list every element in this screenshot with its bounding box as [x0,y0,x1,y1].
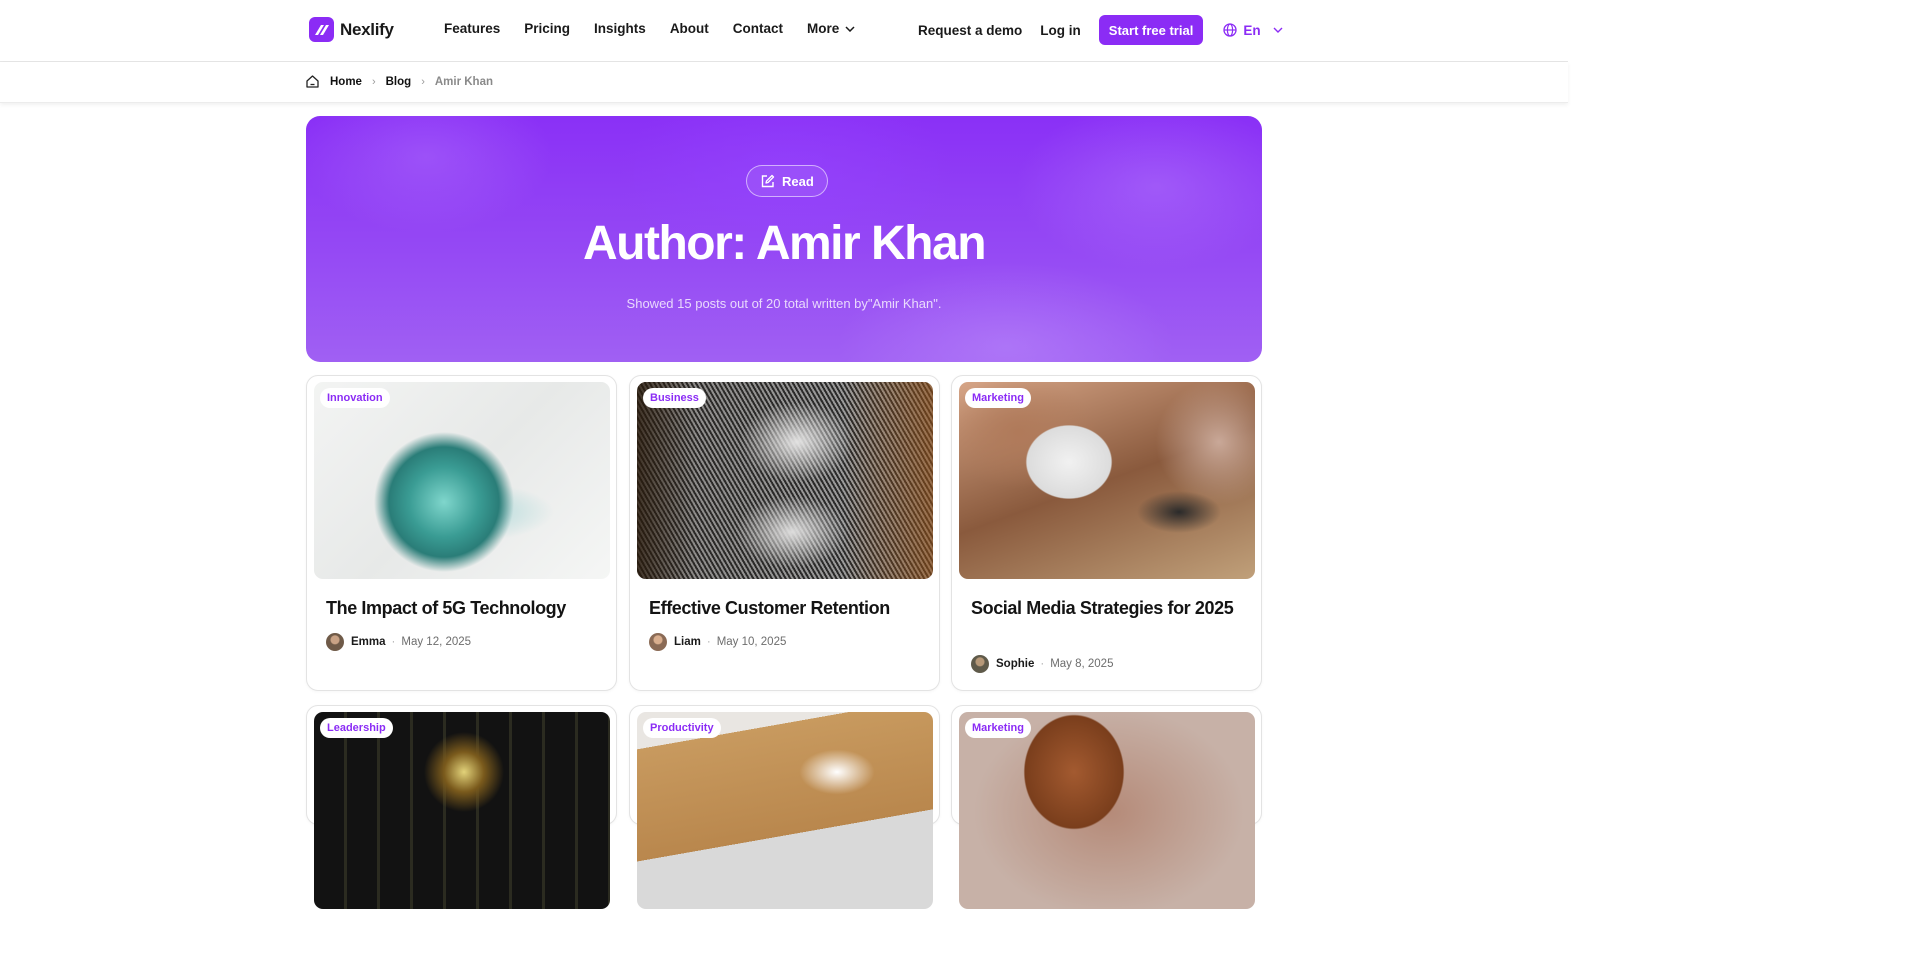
separator-dot: · [706,636,711,648]
post-card[interactable]: Innovation The Impact of 5G Technology E… [306,375,617,691]
breadcrumb-current: Amir Khan [434,75,494,88]
nav-item-features[interactable]: Features [444,21,500,36]
post-title[interactable]: The Impact of 5G Technology [326,597,601,619]
post-card[interactable]: Marketing Social Media Strategies for 20… [951,375,1262,691]
nav-item-insights[interactable]: Insights [594,21,646,36]
logo-icon [309,17,334,42]
author-hero: Read Author: Amir Khan Showed 15 posts o… [306,116,1262,362]
edit-icon [761,174,775,187]
page-subtitle: Showed 15 posts out of 20 total written … [626,296,942,311]
read-badge-label: Read [782,173,814,189]
post-title[interactable]: Effective Customer Retention [649,597,924,619]
top-navbar: Nexlify Features Pricing Insights About … [0,0,1568,62]
nav-item-about[interactable]: About [670,21,709,36]
nav-item-pricing[interactable]: Pricing [524,21,570,36]
post-image: Marketing [959,712,1255,909]
breadcrumb-bar: Home › Blog › Amir Khan [0,62,1568,103]
post-card[interactable]: Marketing [951,705,1262,909]
avatar [971,655,989,673]
header-actions: Request a demo Log in Start free trial E… [918,15,1283,45]
start-trial-button[interactable]: Start free trial [1098,15,1204,45]
post-image: Productivity [637,712,933,909]
request-demo-link[interactable]: Request a demo [918,23,1022,38]
category-tag[interactable]: Productivity [643,718,721,738]
nav-item-more[interactable]: More [807,21,855,36]
post-title[interactable]: Social Media Strategies for 2025 [971,597,1246,619]
post-author[interactable]: Sophie [996,658,1034,670]
home-icon[interactable] [305,74,320,89]
breadcrumb-blog[interactable]: Blog [386,76,412,88]
globe-icon [1223,23,1237,37]
post-meta: Emma · May 12, 2025 [326,633,471,651]
chevron-right-icon: › [421,75,425,88]
post-image: Marketing [959,382,1255,579]
post-meta: Liam · May 10, 2025 [649,633,786,651]
post-image: Leadership [314,712,610,909]
separator-dot: · [391,636,396,648]
category-tag[interactable]: Innovation [320,388,390,408]
brand-name: Nexlify [340,19,394,39]
login-link[interactable]: Log in [1040,23,1081,38]
post-date: May 12, 2025 [401,636,472,648]
language-selector[interactable]: En [1223,22,1283,38]
post-date: May 8, 2025 [1050,658,1114,670]
avatar [649,633,667,651]
read-badge: Read [746,165,828,197]
post-date: May 10, 2025 [716,636,787,648]
avatar [326,633,344,651]
page-title: Author: Amir Khan [582,217,987,270]
chevron-down-icon [845,25,855,32]
category-tag[interactable]: Marketing [965,388,1031,408]
category-tag[interactable]: Leadership [320,718,393,738]
chevron-right-icon: › [371,75,376,88]
brand-logo[interactable]: Nexlify [309,17,394,42]
language-label: En [1243,22,1261,38]
breadcrumb-home[interactable]: Home [330,76,362,88]
nav-more-label: More [807,21,840,36]
separator-dot: · [1040,658,1045,670]
category-tag[interactable]: Business [643,388,706,408]
post-card[interactable]: Leadership [306,705,617,909]
post-author[interactable]: Emma [351,636,386,648]
breadcrumb: Home › Blog › Amir Khan [305,74,493,89]
post-image: Innovation [314,382,610,579]
nav-item-contact[interactable]: Contact [733,21,783,36]
category-tag[interactable]: Marketing [965,718,1031,738]
post-meta: Sophie · May 8, 2025 [971,655,1113,673]
post-card[interactable]: Productivity [629,705,940,909]
chevron-down-icon [1273,27,1283,33]
main-nav: Features Pricing Insights About Contact … [444,21,879,36]
post-image: Business [637,382,933,579]
post-author[interactable]: Liam [674,636,701,648]
post-card[interactable]: Business Effective Customer Retention Li… [629,375,940,691]
